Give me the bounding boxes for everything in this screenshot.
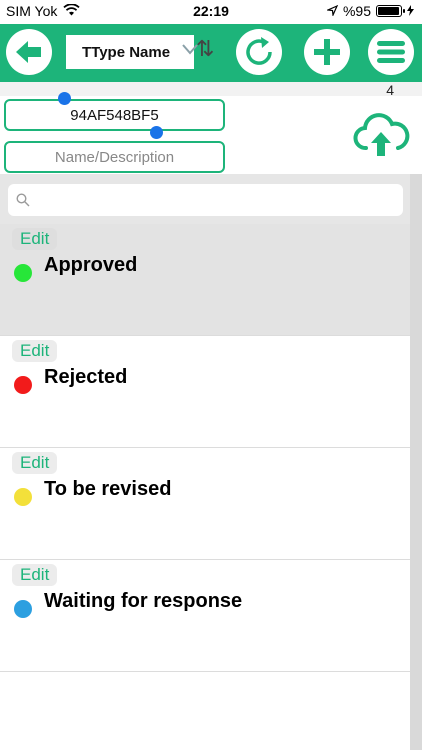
scrollbar-track[interactable] xyxy=(410,174,422,750)
search-box[interactable] xyxy=(8,184,403,216)
status-dot xyxy=(14,264,32,282)
cloud-upload-icon xyxy=(353,113,410,156)
search-icon xyxy=(16,193,30,207)
list-item[interactable]: Edit Rejected xyxy=(0,336,410,448)
list-item[interactable]: Edit Waiting for response xyxy=(0,560,410,672)
battery-fill xyxy=(378,7,399,15)
record-count: 4 xyxy=(386,82,394,98)
menu-icon xyxy=(377,41,405,63)
status-dot xyxy=(14,488,32,506)
status-dot xyxy=(14,376,32,394)
item-label: Approved xyxy=(44,254,138,276)
search-area xyxy=(0,174,410,224)
id-field[interactable]: 94AF548BF5 xyxy=(4,99,225,131)
status-bar: SIM Yok 22:19 %95 xyxy=(0,0,422,24)
sort-icon[interactable]: ⇅ xyxy=(196,36,214,62)
status-dot xyxy=(14,600,32,618)
selection-handle-start[interactable] xyxy=(58,92,71,105)
upload-button[interactable] xyxy=(352,112,410,163)
name-description-field[interactable] xyxy=(4,141,225,173)
battery-icon xyxy=(376,5,405,17)
id-field-value: 94AF548BF5 xyxy=(70,106,159,124)
refresh-icon xyxy=(246,37,272,65)
add-button[interactable] xyxy=(304,29,350,75)
refresh-button[interactable] xyxy=(236,29,282,75)
list-item-empty xyxy=(0,672,410,750)
item-label: Rejected xyxy=(44,366,128,388)
item-label: Waiting for response xyxy=(44,590,243,612)
type-selector[interactable]: TType Name xyxy=(66,35,198,69)
back-button[interactable] xyxy=(6,29,52,75)
edit-button[interactable]: Edit xyxy=(12,564,58,586)
menu-button[interactable] xyxy=(368,29,414,75)
toolbar: TType Name ⇅ xyxy=(0,24,422,82)
edit-button[interactable]: Edit xyxy=(12,340,58,362)
status-right: %95 xyxy=(325,3,414,19)
edit-button[interactable]: Edit xyxy=(12,228,58,250)
list-item[interactable]: Edit To be revised xyxy=(0,448,410,560)
item-label: To be revised xyxy=(44,478,172,500)
status-list: Edit Approved Edit Rejected Edit To be r… xyxy=(0,224,410,750)
toolbar-title: TType Name xyxy=(82,43,171,61)
list-item[interactable]: Edit Approved xyxy=(0,224,410,336)
charging-bolt-icon xyxy=(407,3,414,19)
selection-handle-end[interactable] xyxy=(150,126,163,139)
back-arrow-icon xyxy=(16,41,41,63)
edit-button[interactable]: Edit xyxy=(12,452,58,474)
battery-percent: %95 xyxy=(342,3,371,19)
search-input[interactable] xyxy=(36,192,403,208)
name-description-input[interactable] xyxy=(6,148,223,166)
location-arrow-icon xyxy=(325,3,339,19)
plus-icon xyxy=(314,39,340,65)
